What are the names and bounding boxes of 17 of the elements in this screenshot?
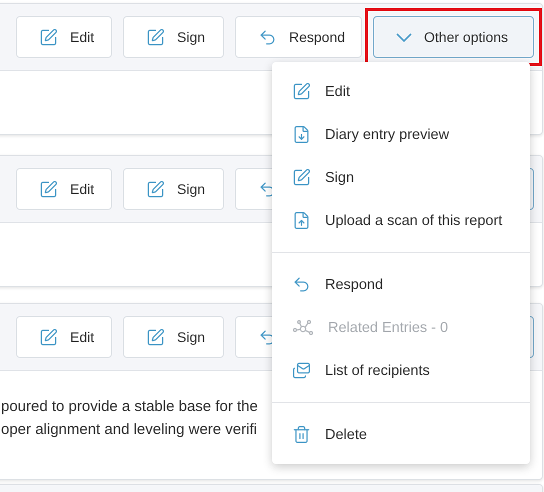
sign-button[interactable]: Sign bbox=[123, 16, 224, 58]
menu-item[interactable]: Respond bbox=[272, 263, 530, 306]
sign-button[interactable]: Sign bbox=[123, 316, 224, 358]
edit-button[interactable]: Edit bbox=[16, 168, 112, 210]
menu-item[interactable]: List of recipients bbox=[272, 349, 530, 392]
sign-button[interactable]: Sign bbox=[123, 168, 224, 210]
menu-item[interactable]: Delete bbox=[272, 413, 530, 456]
edit-button[interactable]: Edit bbox=[16, 16, 112, 58]
menu-item[interactable]: Upload a scan of this report bbox=[272, 199, 530, 242]
entry-text: poured to provide a stable base for the bbox=[1, 397, 258, 417]
other-options-button[interactable]: Other options bbox=[373, 16, 534, 58]
menu-item[interactable]: Diary entry preview bbox=[272, 113, 530, 156]
entry-text: oper alignment and leveling were verifi bbox=[1, 420, 257, 440]
edit-button[interactable]: Edit bbox=[16, 316, 112, 358]
respond-button[interactable]: Respond bbox=[235, 16, 362, 58]
menu-item[interactable]: Edit bbox=[272, 70, 530, 113]
menu-item[interactable]: Sign bbox=[272, 156, 530, 199]
